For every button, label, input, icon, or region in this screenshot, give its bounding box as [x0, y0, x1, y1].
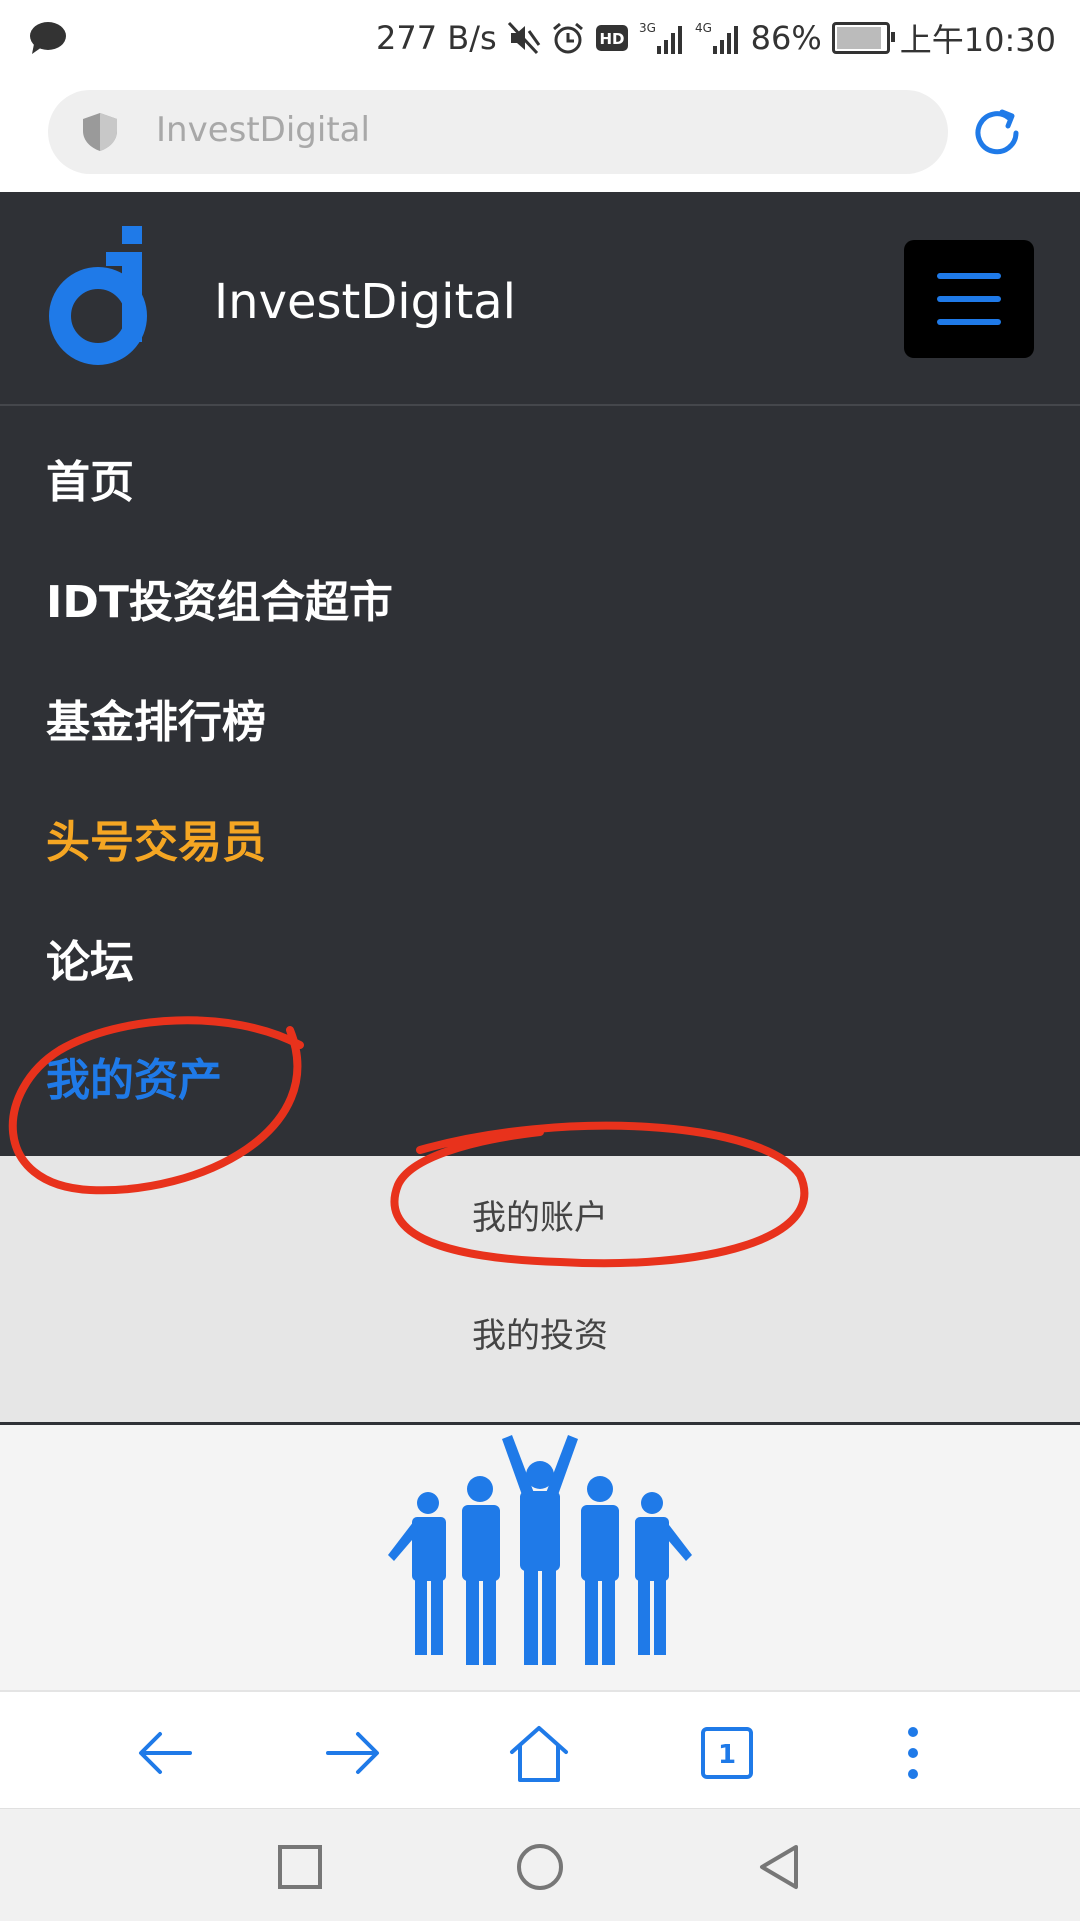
more-menu-icon[interactable] — [880, 1720, 946, 1786]
shield-icon — [83, 113, 117, 151]
my-assets-submenu: 我的账户 我的投资 — [0, 1156, 1080, 1425]
nav-item-forum[interactable]: 论坛 — [46, 926, 134, 990]
back-triangle-icon[interactable] — [754, 1841, 806, 1893]
nav-item-my-assets[interactable]: 我的资产 — [46, 1044, 222, 1108]
status-bar: 277 B/s HD 3G 4G 86% 上午10:30 — [0, 0, 1080, 76]
chat-bubble-icon — [30, 22, 66, 54]
home-icon[interactable] — [506, 1720, 572, 1786]
battery-icon — [831, 22, 895, 54]
team-celebration-illustration — [388, 1435, 692, 1665]
hamburger-icon — [937, 273, 1001, 279]
nav-item-top-trader[interactable]: 头号交易员 — [46, 806, 266, 870]
system-navigation-bar — [0, 1808, 1080, 1921]
back-arrow-icon[interactable] — [132, 1720, 198, 1786]
nav-item-home[interactable]: 首页 — [46, 446, 134, 510]
home-circle-icon[interactable] — [514, 1841, 566, 1893]
signal-3g-label: 3G — [639, 21, 656, 35]
hamburger-menu-button[interactable] — [904, 240, 1034, 358]
alarm-icon — [551, 21, 585, 55]
hamburger-icon-bar — [937, 296, 1001, 302]
url-text: InvestDigital — [156, 110, 370, 150]
svg-text:HD: HD — [599, 30, 624, 48]
battery-percent: 86% — [750, 19, 822, 57]
browser-toolbar: 1 — [0, 1690, 1080, 1810]
url-field[interactable]: InvestDigital — [48, 90, 948, 174]
hero-banner — [0, 1425, 1080, 1690]
brand-row: InvestDigital — [0, 192, 1080, 406]
hd-icon: HD — [595, 24, 629, 52]
nav-item-portfolio-market[interactable]: IDT投资组合超市 — [46, 566, 393, 630]
reload-icon[interactable] — [966, 102, 1028, 164]
mute-icon — [507, 21, 541, 55]
investdigital-logo[interactable] — [44, 226, 158, 370]
clock: 上午10:30 — [899, 21, 1056, 59]
nav-item-fund-ranking[interactable]: 基金排行榜 — [46, 686, 266, 750]
forward-arrow-icon[interactable] — [320, 1720, 386, 1786]
brand-name[interactable]: InvestDigital — [214, 274, 516, 330]
signal-4g-icon: 4G — [695, 20, 741, 56]
signal-4g-label: 4G — [695, 21, 712, 35]
site-header-menu: InvestDigital 首页 IDT投资组合超市 基金排行榜 头号交易员 论… — [0, 192, 1080, 1156]
submenu-item-my-account[interactable]: 我的账户 — [0, 1190, 1080, 1239]
network-speed: 277 B/s — [375, 19, 497, 57]
submenu-item-my-investments[interactable]: 我的投资 — [0, 1308, 1080, 1357]
hamburger-icon-bar — [937, 319, 1001, 325]
tab-count: 1 — [718, 1740, 736, 1770]
address-bar: InvestDigital — [0, 76, 1080, 192]
tabs-icon[interactable]: 1 — [694, 1720, 760, 1786]
signal-3g-icon: 3G — [639, 20, 685, 56]
recents-square-icon[interactable] — [274, 1841, 326, 1893]
